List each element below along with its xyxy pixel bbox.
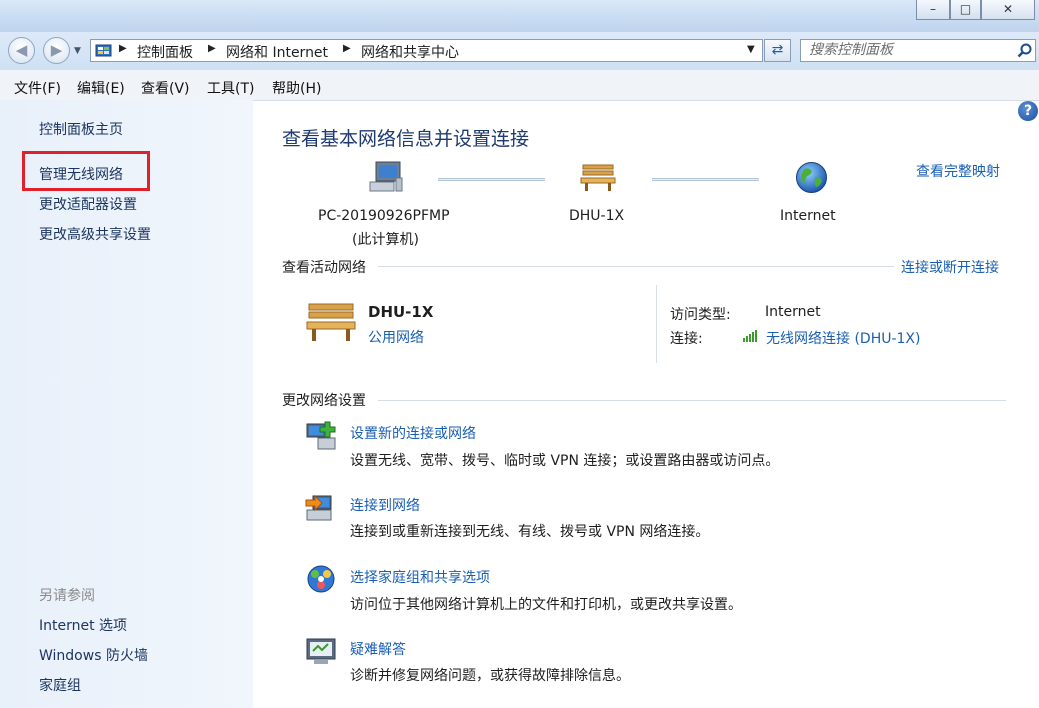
homegroup-icon [307, 565, 335, 593]
troubleshoot-desc: 诊断并修复网络问题，或获得故障排除信息。 [350, 668, 630, 684]
see-also-windows-firewall[interactable]: Windows 防火墙 [39, 645, 148, 665]
menu-help[interactable]: 帮助(H) [272, 78, 321, 98]
sidebar-control-panel-home[interactable]: 控制面板主页 [39, 119, 123, 139]
breadcrumb-network-sharing-center[interactable]: 网络和共享中心 [361, 42, 459, 62]
menu-view[interactable]: 查看(V) [141, 78, 190, 98]
sidebar-change-advanced-sharing[interactable]: 更改高级共享设置 [39, 224, 151, 244]
sidebar-change-adapter-settings[interactable]: 更改适配器设置 [39, 194, 137, 214]
troubleshoot-link[interactable]: 疑难解答 [350, 639, 406, 659]
connect-disconnect-link[interactable]: 连接或断开连接 [901, 257, 999, 277]
signal-strength-icon [743, 330, 757, 342]
wireless-connection-link[interactable]: 无线网络连接 (DHU-1X) [766, 328, 920, 348]
highlight-box [22, 151, 150, 191]
connect-to-network-link[interactable]: 连接到网络 [350, 495, 420, 515]
breadcrumb-network-internet[interactable]: 网络和 Internet [226, 42, 328, 62]
connection-line [652, 178, 759, 181]
control-panel-icon [95, 44, 112, 57]
network-map-name: DHU-1X [569, 208, 625, 224]
help-icon[interactable]: ? [1018, 101, 1038, 121]
address-dropdown-icon[interactable]: ▼ [747, 44, 755, 55]
vertical-divider [656, 285, 657, 363]
sidebar: 控制面板主页 管理无线网络 更改适配器设置 更改高级共享设置 另请参阅 Inte… [0, 100, 253, 708]
see-also-internet-options[interactable]: Internet 选项 [39, 615, 127, 635]
search-box [800, 39, 1036, 62]
connections-label: 连接: [670, 331, 703, 347]
refresh-icon: ⇄ [771, 42, 784, 58]
computer-icon [369, 161, 403, 192]
connect-to-network-desc: 连接到或重新连接到无线、有线、拨号或 VPN 网络连接。 [350, 524, 710, 540]
maximize-button[interactable]: □ [950, 0, 981, 20]
bench-large-icon [306, 303, 356, 341]
menu-file[interactable]: 文件(F) [14, 78, 61, 98]
network-type-link[interactable]: 公用网络 [368, 327, 424, 347]
divider [378, 400, 1006, 401]
menu-tools[interactable]: 工具(T) [207, 78, 254, 98]
internet-map-name: Internet [780, 208, 836, 224]
menu-edit[interactable]: 编辑(E) [77, 78, 125, 98]
breadcrumb-control-panel[interactable]: 控制面板 [137, 42, 193, 62]
minimize-button[interactable]: – [916, 0, 950, 20]
recent-pages-dropdown-icon[interactable]: ▼ [74, 46, 81, 56]
homegroup-sharing-desc: 访问位于其他网络计算机上的文件和打印机，或更改共享设置。 [350, 597, 742, 613]
refresh-button[interactable]: ⇄ [764, 39, 791, 62]
forward-button[interactable]: ▶ [43, 37, 70, 64]
back-arrow-icon: ◀ [15, 41, 28, 59]
setup-new-connection-link[interactable]: 设置新的连接或网络 [350, 423, 476, 443]
menu-bar: 文件(F) 编辑(E) 查看(V) 工具(T) 帮助(H) [0, 70, 1039, 101]
breadcrumb-separator-icon: ▶ [208, 43, 216, 54]
search-icon[interactable] [1017, 43, 1032, 58]
bench-icon [580, 164, 616, 191]
divider [378, 266, 894, 267]
close-button[interactable]: ✕ [981, 0, 1035, 20]
connect-network-icon [305, 494, 332, 521]
back-button[interactable]: ◀ [8, 37, 35, 64]
active-network-name: DHU-1X [368, 303, 434, 321]
breadcrumb-separator-icon: ▶ [343, 43, 351, 54]
view-full-map-link[interactable]: 查看完整映射 [916, 161, 1000, 181]
connection-line [438, 178, 545, 181]
troubleshoot-icon [306, 638, 336, 664]
see-also-homegroup[interactable]: 家庭组 [39, 675, 81, 695]
new-connection-icon [306, 421, 336, 450]
breadcrumb-separator-icon: ▶ [119, 43, 127, 54]
access-type-value: Internet [765, 304, 821, 320]
setup-new-connection-desc: 设置无线、宽带、拨号、临时或 VPN 连接；或设置路由器或访问点。 [350, 453, 780, 469]
address-bar[interactable]: ▶ 控制面板 ▶ 网络和 Internet ▶ 网络和共享中心 ▼ [90, 39, 763, 62]
forward-arrow-icon: ▶ [50, 41, 63, 59]
access-type-label: 访问类型: [670, 307, 731, 323]
title-bar: – □ ✕ [0, 0, 1039, 32]
globe-icon [796, 162, 827, 193]
computer-subtitle: (此计算机) [352, 232, 419, 248]
page-title: 查看基本网络信息并设置连接 [282, 128, 530, 150]
search-input[interactable] [801, 40, 1014, 60]
active-networks-heading: 查看活动网络 [282, 260, 366, 276]
homegroup-sharing-link[interactable]: 选择家庭组和共享选项 [350, 567, 490, 587]
computer-name: PC-20190926PFMP [318, 208, 450, 224]
change-settings-heading: 更改网络设置 [282, 393, 366, 409]
see-also-heading: 另请参阅 [39, 588, 95, 604]
